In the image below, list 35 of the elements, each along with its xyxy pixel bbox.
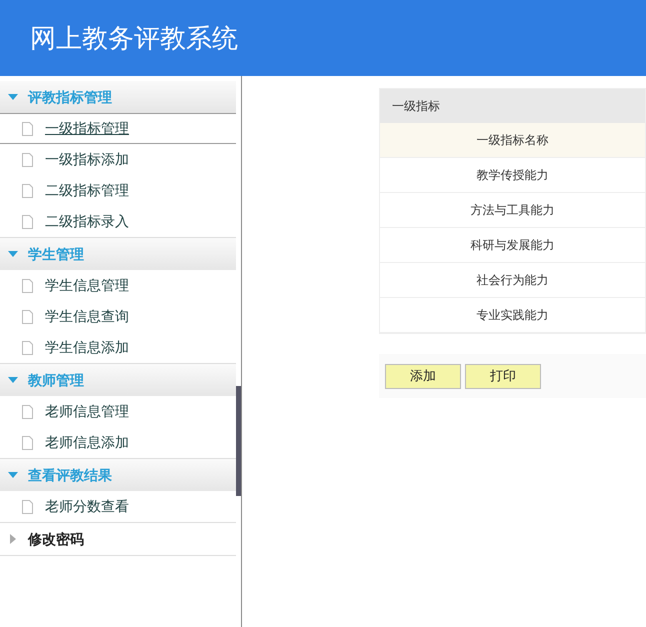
- caret-down-icon: [8, 251, 18, 257]
- menu-item[interactable]: 老师信息管理: [0, 396, 236, 427]
- page-icon: [22, 184, 33, 198]
- menu-item[interactable]: 一级指标管理: [0, 113, 236, 144]
- menu-item[interactable]: 二级指标管理: [0, 175, 236, 206]
- page-icon: [22, 500, 33, 514]
- page-icon: [22, 214, 33, 228]
- page-icon: [22, 436, 33, 450]
- caret-right-icon: [10, 534, 16, 544]
- caret-down-icon: [8, 377, 18, 383]
- menu-item[interactable]: 老师分数查看: [0, 491, 236, 522]
- page-icon: [22, 278, 33, 292]
- column-header: 一级指标名称: [380, 123, 645, 158]
- app-title: 网上教务评教系统: [30, 22, 238, 54]
- table-cell-text: 教学传授能力: [476, 167, 550, 184]
- menu-item[interactable]: 学生信息添加: [0, 332, 236, 363]
- table-title: 一级指标: [392, 98, 440, 115]
- menu-item[interactable]: 学生信息管理: [0, 270, 236, 301]
- action-button[interactable]: 打印: [465, 364, 541, 388]
- table-cell-text: 社会行为能力: [476, 272, 550, 289]
- table-cell-text: 科研与发展能力: [470, 237, 556, 254]
- menu-item[interactable]: 学生信息查询: [0, 301, 236, 332]
- menu-item[interactable]: 一级指标添加: [0, 144, 236, 175]
- table-cell-text: 专业实践能力: [476, 307, 550, 324]
- page-icon: [22, 310, 33, 324]
- caret-down-icon: [8, 94, 18, 100]
- menu-item[interactable]: 老师信息添加: [0, 427, 236, 458]
- table-cell-text: 方法与工具能力: [470, 202, 556, 219]
- page-icon: [22, 122, 33, 136]
- menu-item[interactable]: 二级指标录入: [0, 206, 236, 237]
- caret-down-icon: [8, 472, 18, 478]
- page-icon: [22, 404, 33, 418]
- page-icon: [22, 152, 33, 166]
- page-icon: [22, 340, 33, 354]
- action-button[interactable]: 添加: [385, 364, 461, 388]
